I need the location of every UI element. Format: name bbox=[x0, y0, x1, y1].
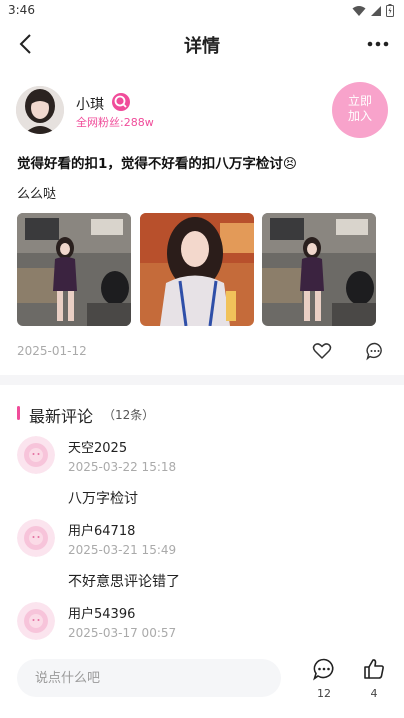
signal-icon bbox=[371, 5, 381, 16]
comment-item: 天空2025 2025-03-22 15:18 八万字检讨 bbox=[17, 436, 389, 522]
comments-label: 最新评论 bbox=[29, 407, 94, 426]
battery-icon bbox=[386, 4, 394, 17]
post-body: 么么哒 bbox=[17, 187, 57, 202]
post-image[interactable] bbox=[140, 213, 254, 326]
accent-bar bbox=[17, 406, 20, 420]
heart-icon[interactable] bbox=[312, 341, 332, 361]
comments-count: （12条） bbox=[103, 408, 155, 422]
post-date: 2025-01-12 bbox=[17, 344, 87, 358]
status-bar: 3:46 bbox=[0, 0, 404, 22]
commenter-avatar[interactable] bbox=[17, 436, 55, 474]
section-divider bbox=[0, 375, 404, 385]
comment-item: 用户64718 2025-03-21 15:49 不好意思评论错了 bbox=[17, 519, 389, 605]
author-avatar[interactable] bbox=[16, 86, 64, 134]
comment-count-button[interactable]: 12 bbox=[309, 657, 339, 700]
author-name[interactable]: 小琪 bbox=[76, 94, 104, 114]
join-button[interactable]: 立即 加入 bbox=[332, 82, 388, 138]
commenter-name[interactable]: 天空2025 bbox=[68, 437, 127, 456]
page-title: 详情 bbox=[184, 36, 220, 57]
comment-count: 12 bbox=[317, 687, 331, 700]
verified-badge-icon bbox=[112, 93, 130, 111]
comment-input[interactable] bbox=[17, 659, 281, 697]
comment-icon[interactable] bbox=[365, 341, 385, 361]
comment-time: 2025-03-21 15:49 bbox=[68, 543, 177, 557]
top-nav-bar: 详情 bbox=[0, 22, 404, 66]
like-count: 4 bbox=[370, 687, 378, 700]
status-time: 3:46 bbox=[8, 3, 35, 17]
post-image[interactable] bbox=[17, 213, 131, 326]
comment-text: 不好意思评论错了 bbox=[68, 574, 180, 590]
wifi-icon bbox=[352, 5, 366, 16]
commenter-avatar[interactable] bbox=[17, 519, 55, 557]
comment-time: 2025-03-17 00:57 bbox=[68, 626, 177, 640]
comment-text: 八万字检讨 bbox=[68, 491, 138, 507]
status-icons bbox=[352, 4, 394, 17]
post-image[interactable] bbox=[262, 213, 376, 326]
comment-input-bar: 12 4 bbox=[0, 652, 404, 712]
post-title: 觉得好看的扣1，觉得不好看的扣八万字检讨😣 bbox=[17, 156, 297, 172]
commenter-name[interactable]: 用户64718 bbox=[68, 520, 135, 539]
more-options-icon[interactable] bbox=[366, 34, 390, 54]
author-info: 小琪 全网粉丝:288w 立即 加入 bbox=[16, 82, 388, 138]
comment-time: 2025-03-22 15:18 bbox=[68, 460, 177, 474]
commenter-avatar[interactable] bbox=[17, 602, 55, 640]
comment-icon bbox=[313, 658, 334, 681]
join-button-label: 立即 加入 bbox=[347, 94, 372, 123]
thumbs-up-icon bbox=[364, 659, 384, 679]
commenter-name[interactable]: 用户54396 bbox=[68, 603, 135, 622]
fan-count: 全网粉丝:288w bbox=[76, 116, 154, 129]
like-count-button[interactable]: 4 bbox=[359, 657, 389, 700]
